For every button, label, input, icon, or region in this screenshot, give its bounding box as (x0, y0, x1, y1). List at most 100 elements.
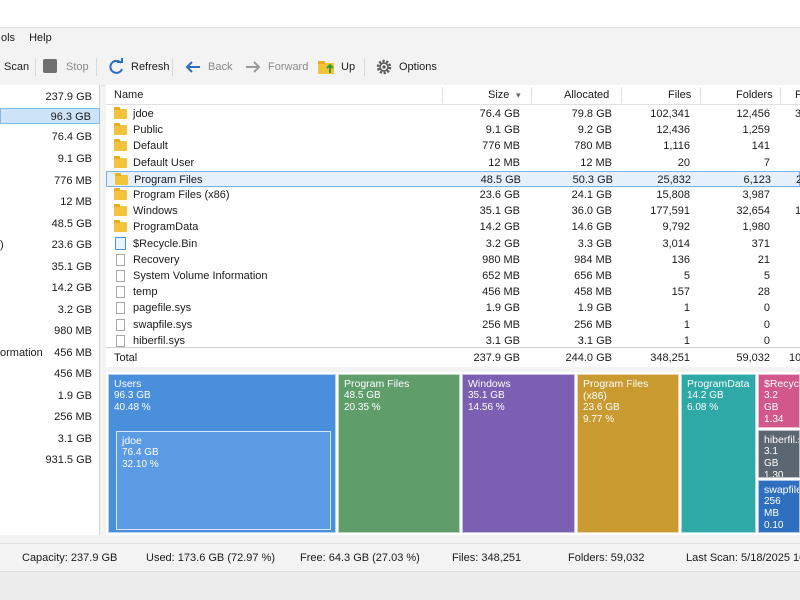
file-list[interactable]: Name Size ▾ Allocated Files Folders P jd… (106, 85, 800, 367)
toolbar: Scan Stop Refresh Back Forward Up Option… (0, 48, 800, 86)
cell-folders: 1,259 (742, 124, 770, 137)
treemap-tile-jdoe[interactable]: jdoe 76.4 GB 32.10 % (116, 431, 331, 530)
treemap-tile-program-files-x86[interactable]: Program Files (x86) 23.6 GB 9.77 % (577, 374, 679, 533)
table-row[interactable]: Default 776 MB 780 MB 1,116 141 (106, 138, 800, 154)
scan-button[interactable]: Scan (4, 57, 29, 77)
tree-item[interactable]: 76.4 GB (0, 129, 100, 145)
refresh-button-label: Refresh (131, 61, 170, 73)
tree-item[interactable]: 980 MB (0, 323, 100, 339)
folder-up-icon (317, 58, 335, 76)
tree-item[interactable]: 1.9 GB (0, 388, 100, 404)
tree-item[interactable]: 256 MB (0, 409, 100, 425)
treemap-tile-recycle-bin[interactable]: $Recycle 3.2 GB 1.34 % (758, 374, 800, 428)
header-divider (442, 87, 443, 103)
tree-item[interactable]: 9.1 GB (0, 151, 100, 167)
cell-folders: 7 (763, 156, 770, 169)
table-row[interactable]: temp 456 MB 458 MB 157 28 (106, 284, 800, 300)
table-row[interactable]: Recovery 980 MB 984 MB 136 21 (106, 252, 800, 268)
treemap-tile-windows[interactable]: Windows 35.1 GB 14.56 % (462, 374, 575, 533)
forward-button[interactable]: Forward (244, 57, 308, 77)
tree-item-size: 776 MB (54, 175, 92, 187)
header-allocated[interactable]: Allocated (564, 85, 609, 105)
header-name[interactable]: Name (114, 85, 143, 105)
tree-item-size: 3.2 GB (57, 304, 92, 316)
refresh-button[interactable]: Refresh (107, 57, 170, 77)
options-button[interactable]: Options (375, 57, 437, 77)
tree-item[interactable]: 48.5 GB (0, 216, 100, 232)
table-row[interactable]: Windows 35.1 GB 36.0 GB 177,591 32,654 1 (106, 203, 800, 219)
tree-item[interactable]: ormation 456 MB (0, 345, 100, 361)
treemap-tile-swapfile[interactable]: swapfile.s 256 MB 0.10 % (758, 480, 800, 533)
tree-item[interactable]: 14.2 GB (0, 280, 100, 296)
table-row[interactable]: $Recycle.Bin 3.2 GB 3.3 GB 3,014 371 (106, 236, 800, 252)
table-row[interactable]: jdoe 76.4 GB 79.8 GB 102,341 12,456 3 (106, 106, 800, 122)
cell-size: 652 MB (482, 270, 520, 282)
cell-files: 1 (683, 302, 690, 315)
cell-files: 136 (671, 253, 690, 266)
cell-allocated: 12 MB (580, 156, 612, 169)
tree-item[interactable]: 12 MB (0, 194, 100, 210)
toolbar-separator (172, 58, 173, 76)
table-row[interactable]: Program Files 48.5 GB 50.3 GB 25,832 6,123 2 (106, 170, 800, 187)
file-icon (116, 270, 125, 282)
cell-allocated: 79.8 GB (571, 108, 612, 120)
up-button[interactable]: Up (317, 57, 355, 77)
tile-size: 3.2 GB (764, 390, 779, 413)
table-row[interactable]: swapfile.sys 256 MB 256 MB 1 0 (106, 317, 800, 333)
tree-item[interactable]: 237.9 GB (0, 89, 100, 105)
table-row[interactable]: Program Files (x86) 23.6 GB 24.1 GB 15,808 3… (106, 187, 800, 203)
refresh-icon (107, 58, 125, 76)
tree-item[interactable]: ) 23.6 GB (0, 237, 100, 253)
tree-item-size: 1.9 GB (57, 390, 92, 402)
tile-name: jdoe (122, 435, 142, 447)
back-button-label: Back (208, 61, 233, 73)
cell-folders: 32,654 (736, 205, 770, 218)
tile-name: Users (114, 378, 142, 390)
table-row[interactable]: ProgramData 14.2 GB 14.6 GB 9,792 1,980 (106, 219, 800, 235)
cell-allocated: 36.0 GB (571, 205, 612, 218)
stop-button[interactable]: Stop (42, 57, 89, 77)
tree-item-size: 3.1 GB (57, 433, 92, 445)
table-row[interactable]: Public 9.1 GB 9.2 GB 12,436 1,259 (106, 122, 800, 138)
table-row[interactable]: System Volume Information 652 MB 656 MB 5 5 (106, 268, 800, 284)
header-percent[interactable]: P (795, 85, 800, 105)
header-size[interactable]: Size (488, 85, 509, 105)
header-folders[interactable]: Folders (736, 85, 773, 105)
tile-percent: 20.35 % (344, 402, 381, 413)
menu-help[interactable]: Help (22, 28, 59, 48)
tree-item[interactable]: 456 MB (0, 366, 100, 382)
tile-percent: 14.56 % (468, 402, 505, 413)
tree-item[interactable]: 35.1 GB (0, 259, 100, 275)
tree-item[interactable]: 96.3 GB (0, 108, 100, 124)
file-icon (116, 286, 125, 299)
scan-button-label: Scan (4, 61, 30, 73)
file-icon (116, 253, 125, 266)
menu-tools[interactable]: ols (0, 28, 22, 48)
total-allocated: 244.0 GB (565, 352, 612, 364)
tree-item[interactable]: 3.2 GB (0, 302, 100, 318)
cell-allocated: 3.3 GB (577, 237, 612, 250)
tile-size: 256 MB (764, 496, 781, 519)
tree-item[interactable]: 3.1 GB (0, 431, 100, 447)
tree-item[interactable]: 776 MB (0, 173, 100, 189)
header-files[interactable]: Files (668, 85, 691, 105)
treemap-tile-hiberfil[interactable]: hiberfil.sy 3.1 GB 1.30 % (758, 430, 800, 478)
folder-tree[interactable]: 237.9 GB 96.3 GB 76.4 GB 9.1 GB 776 MB 12 MB 4… (0, 85, 100, 535)
cell-name: jdoe (133, 108, 154, 120)
tree-item-label: ormation (0, 347, 43, 359)
cell-allocated: 50.3 GB (572, 173, 613, 186)
table-row[interactable]: Default User 12 MB 12 MB 20 7 (106, 155, 800, 171)
folder-icon (115, 172, 128, 185)
treemap-tile-program-files[interactable]: Program Files 48.5 GB 20.35 % (338, 374, 460, 533)
back-button[interactable]: Back (184, 57, 232, 77)
tree-item-label: ) (0, 239, 4, 251)
folder-icon (114, 107, 127, 119)
cell-size: 23.6 GB (479, 189, 520, 201)
header-divider (531, 87, 532, 103)
treemap-tile-programdata[interactable]: ProgramData 14.2 GB 6.08 % (681, 374, 756, 533)
cell-size: 3.2 GB (485, 237, 520, 250)
tile-size: 14.2 GB (687, 390, 724, 401)
table-row[interactable]: pagefile.sys 1.9 GB 1.9 GB 1 0 (106, 300, 800, 316)
tree-item[interactable]: 931.5 GB (0, 452, 100, 468)
list-header: Name Size ▾ Allocated Files Folders P (106, 85, 800, 105)
